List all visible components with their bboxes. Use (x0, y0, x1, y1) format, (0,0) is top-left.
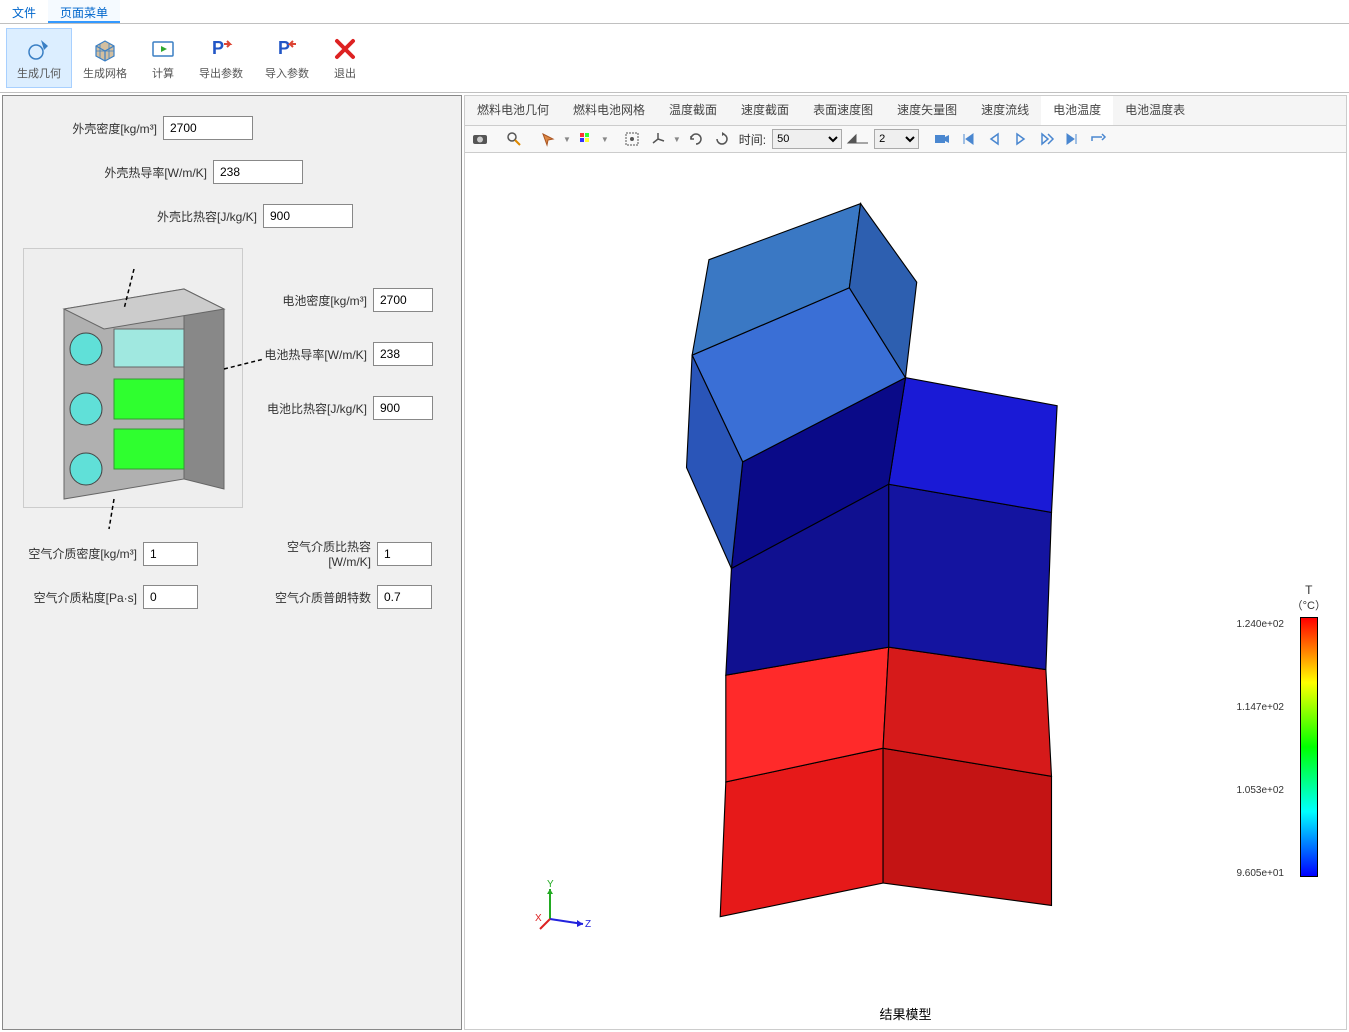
tab-fc-mesh[interactable]: 燃料电池网格 (561, 96, 657, 125)
cell-k-input[interactable] (373, 342, 433, 366)
shell-k-input[interactable] (213, 160, 303, 184)
close-icon (331, 35, 359, 63)
result-title: 结果模型 (879, 1004, 931, 1023)
svg-text:Z: Z (585, 919, 591, 930)
tab-temp-section[interactable]: 温度截面 (657, 96, 729, 125)
generate-geometry-button[interactable]: 生成几何 (6, 28, 72, 88)
svg-text:P: P (212, 38, 224, 58)
svg-text:Y: Y (547, 879, 554, 890)
parameters-panel: 外壳密度[kg/m³] 外壳热导率[W/m/K] 外壳比热容[J/kg/K] (2, 95, 462, 1030)
prev-frame-icon[interactable] (983, 128, 1005, 150)
shell-cp-label: 外壳比热容[J/kg/K] (133, 208, 263, 225)
generate-mesh-button[interactable]: 生成网格 (72, 28, 138, 88)
loop-icon[interactable] (1087, 128, 1109, 150)
frame-select[interactable]: 2 (874, 129, 919, 149)
geometry-icon (25, 35, 53, 63)
tab-vel-section[interactable]: 速度截面 (729, 96, 801, 125)
camera-icon[interactable] (469, 128, 491, 150)
air-visc-label: 空气介质粘度[Pa·s] (23, 589, 143, 606)
colorbar-unit: （°C） (1292, 597, 1326, 613)
mesh-icon (91, 35, 119, 63)
colorbar-tick: 9.605e+01 (1236, 868, 1284, 879)
cell-density-input[interactable] (373, 288, 433, 312)
record-icon[interactable] (931, 128, 953, 150)
air-density-label: 空气介质密度[kg/m³] (23, 545, 143, 562)
first-frame-icon[interactable] (957, 128, 979, 150)
tab-surf-vel[interactable]: 表面速度图 (801, 96, 885, 125)
air-cp-input[interactable] (377, 542, 432, 566)
colormap-icon[interactable] (575, 128, 597, 150)
import-icon: P (273, 35, 301, 63)
shell-k-label: 外壳热导率[W/m/K] (83, 164, 213, 181)
viewer-toolbar: ▼ ▼ ▼ 时间: 50 2 (464, 125, 1347, 153)
pick-icon[interactable] (537, 128, 559, 150)
cell-k-label: 电池热导率[W/m/K] (263, 346, 373, 363)
step-slider-icon[interactable] (846, 131, 870, 147)
model-preview-image (23, 248, 243, 508)
colorbar-tick: 1.053e+02 (1236, 785, 1284, 796)
air-cp-label: 空气介质比热容[W/m/K] (247, 538, 377, 569)
export-params-button[interactable]: P 导出参数 (188, 28, 254, 88)
air-pr-input[interactable] (377, 585, 432, 609)
axes-triad: Y Z X (535, 879, 585, 929)
air-density-input[interactable] (143, 542, 198, 566)
tab-vel-stream[interactable]: 速度流线 (969, 96, 1041, 125)
cell-cp-label: 电池比热容[J/kg/K] (263, 400, 373, 417)
air-pr-label: 空气介质普朗特数 (247, 589, 377, 606)
3d-viewport[interactable]: Y Z X T （°C） 1.240e+02 1.147e+02 1.053e+… (464, 153, 1347, 1030)
tab-cell-temp[interactable]: 电池温度 (1041, 96, 1113, 125)
ribbon-toolbar: 生成几何 生成网格 计算 P 导出参数 P 导入参数 退出 (0, 24, 1349, 93)
svg-text:P: P (278, 38, 290, 58)
export-icon: P (207, 35, 235, 63)
colorbar-tick: 1.240e+02 (1236, 619, 1284, 630)
import-params-button[interactable]: P 导入参数 (254, 28, 320, 88)
colorbar-tick: 1.147e+02 (1236, 702, 1284, 713)
next-frame-icon[interactable] (1035, 128, 1057, 150)
cell-density-label: 电池密度[kg/m³] (263, 292, 373, 309)
zoom-icon[interactable] (503, 128, 525, 150)
colorbar-legend: T （°C） 1.240e+02 1.147e+02 1.053e+02 9.6… (1292, 583, 1326, 881)
exit-button[interactable]: 退出 (320, 28, 370, 88)
time-label: 时间: (739, 131, 766, 148)
result-render (465, 153, 1346, 1029)
cell-cp-input[interactable] (373, 396, 433, 420)
tab-fc-geom[interactable]: 燃料电池几何 (465, 96, 561, 125)
shell-density-input[interactable] (163, 116, 253, 140)
fit-icon[interactable] (621, 128, 643, 150)
shell-density-label: 外壳密度[kg/m³] (33, 120, 163, 137)
view-tabs: 燃料电池几何 燃料电池网格 温度截面 速度截面 表面速度图 速度矢量图 速度流线… (464, 95, 1347, 125)
svg-text:X: X (535, 913, 542, 924)
tab-cell-temp-table[interactable]: 电池温度表 (1113, 96, 1197, 125)
compute-icon (149, 35, 177, 63)
air-visc-input[interactable] (143, 585, 198, 609)
colorbar-title: T (1292, 583, 1326, 597)
play-icon[interactable] (1009, 128, 1031, 150)
time-select[interactable]: 50 (772, 129, 842, 149)
tab-vel-vector[interactable]: 速度矢量图 (885, 96, 969, 125)
reset-view-icon[interactable] (711, 128, 733, 150)
axes-toggle-icon[interactable] (647, 128, 669, 150)
shell-cp-input[interactable] (263, 204, 353, 228)
rotate-icon[interactable] (685, 128, 707, 150)
menu-file[interactable]: 文件 (0, 0, 48, 23)
menu-page[interactable]: 页面菜单 (48, 0, 120, 23)
compute-button[interactable]: 计算 (138, 28, 188, 88)
last-frame-icon[interactable] (1061, 128, 1083, 150)
